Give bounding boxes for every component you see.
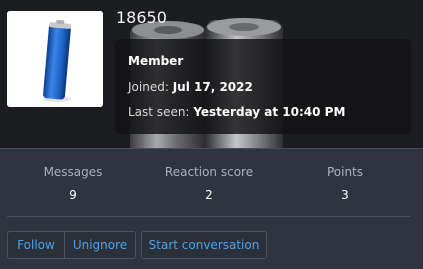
last-seen-value[interactable]: Yesterday at 10:40 PM	[193, 105, 345, 119]
stat-messages-label: Messages	[43, 165, 103, 179]
member-info-card: Member Joined: Jul 17, 2022 Last seen: Y…	[115, 39, 411, 134]
divider	[7, 216, 410, 217]
username: 18650	[116, 8, 167, 27]
joined-date: Joined: Jul 17, 2022	[128, 80, 253, 94]
user-role: Member	[128, 54, 184, 68]
stat-points-label: Points	[326, 165, 364, 179]
profile-banner: 18650 Member Joined: Jul 17, 2022 Last s…	[0, 0, 423, 148]
stat-points-value: 3	[341, 188, 349, 202]
start-conversation-button[interactable]: Start conversation	[141, 231, 267, 259]
stat-reaction-score-label: Reaction score	[164, 165, 254, 179]
stat-messages-value: 9	[69, 188, 77, 202]
battery-icon	[7, 11, 103, 107]
unignore-button[interactable]: Unignore	[64, 231, 136, 259]
follow-button[interactable]: Follow	[7, 231, 65, 259]
stat-points[interactable]: Points 3	[275, 165, 415, 202]
member-stats-panel: Messages 9 Reaction score 2 Points 3 Fol…	[0, 148, 423, 269]
joined-value: Jul 17, 2022	[172, 80, 253, 94]
stat-reaction-score[interactable]: Reaction score 2	[139, 165, 279, 202]
avatar[interactable]	[7, 11, 103, 107]
joined-label: Joined:	[128, 80, 169, 94]
stat-reaction-score-value: 2	[205, 188, 213, 202]
last-seen: Last seen: Yesterday at 10:40 PM	[128, 105, 345, 119]
stat-messages[interactable]: Messages 9	[3, 165, 143, 202]
last-seen-label: Last seen:	[128, 105, 190, 119]
